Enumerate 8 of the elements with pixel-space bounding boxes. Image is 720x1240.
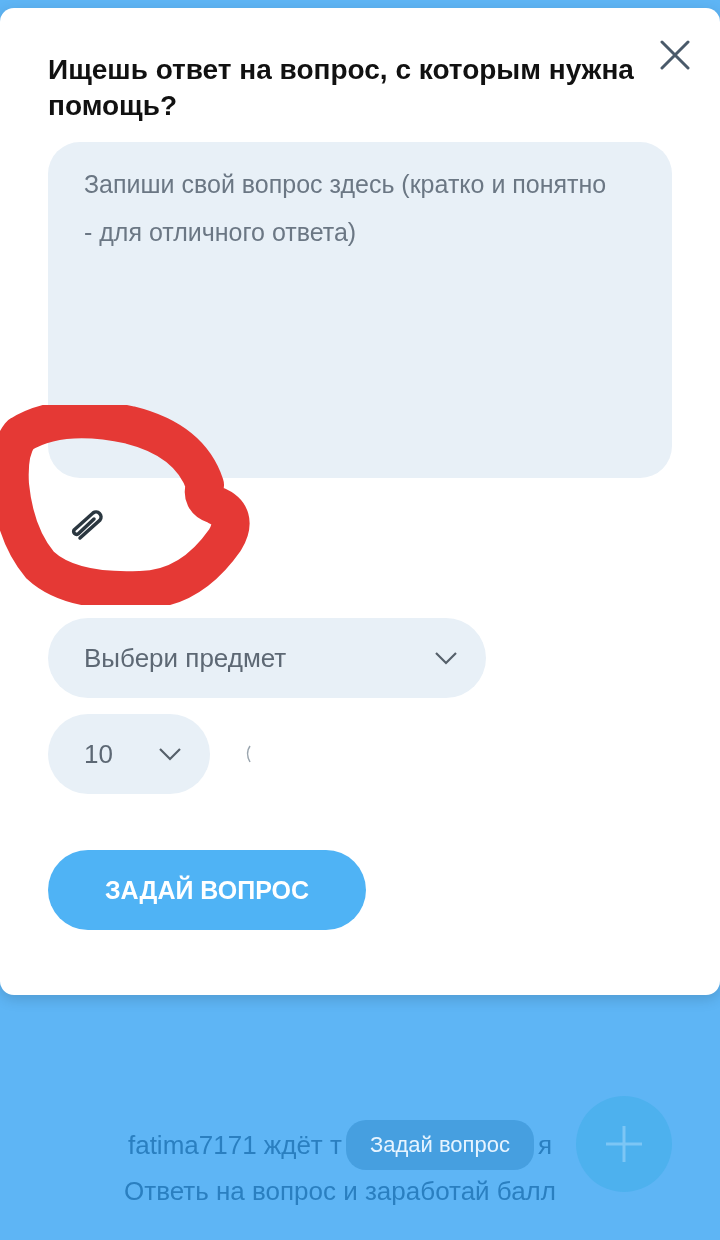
question-field[interactable]: Запиши свой вопрос здесь (кратко и понятно - для отличного ответа) [48,142,672,478]
points-dropdown[interactable]: 10 [48,714,210,794]
close-icon[interactable] [660,40,690,70]
chevron-down-icon [158,747,182,761]
modal-title: Ищешь ответ на вопрос, с которым нужна помощь? [48,53,635,123]
chevron-down-icon [434,651,458,665]
ask-question-button[interactable]: Задай вопрос [345,1120,534,1170]
subject-dropdown[interactable]: Выбери предмет [48,618,486,698]
